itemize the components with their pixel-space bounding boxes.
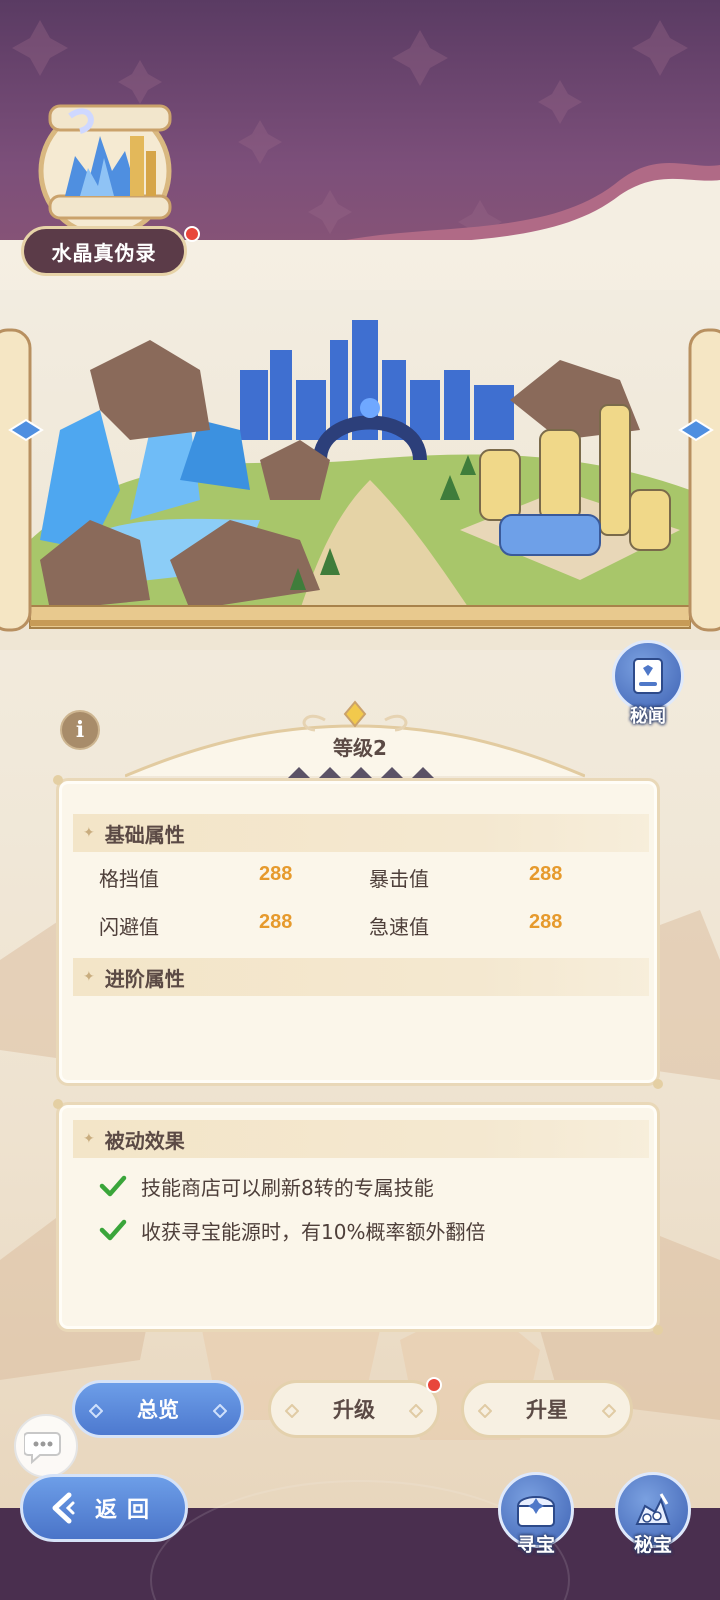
attribute-item: 暴击值 288 [369, 863, 639, 893]
passive-effects-title: 被动效果 [104, 1128, 185, 1153]
diamond-decoration-icon [213, 1404, 227, 1418]
world-map-scroll [0, 290, 720, 650]
treasure-hunt-label: 寻宝 [516, 1534, 555, 1556]
attribute-name: 急速值 [369, 915, 429, 939]
attribute-panel: ✦ 基础属性 格挡值 288 暴击值 288 闪避值 288 急速值 288 ✦… [53, 775, 663, 1089]
tab-star-up-label: 升星 [526, 1398, 568, 1422]
advanced-attributes-header: ✦ 进阶属性 [73, 958, 649, 996]
info-icon[interactable]: i [60, 710, 100, 750]
passive-effects-header: ✦ 被动效果 [73, 1120, 649, 1158]
basic-attributes-header: ✦ 基础属性 [73, 814, 649, 852]
treasure-pile-icon [635, 1493, 671, 1525]
back-arrow-icon [52, 1492, 75, 1524]
attribute-value: 288 [529, 911, 563, 933]
attribute-value: 288 [259, 863, 293, 885]
upgrade-notification-dot [426, 1377, 442, 1393]
crystal-album-icon [38, 104, 172, 236]
attribute-item: 格挡值 288 [99, 863, 369, 893]
attribute-item: 闪避值 288 [99, 911, 369, 941]
album-title[interactable]: 水晶真伪录 [21, 226, 187, 276]
diamond-decoration-icon [89, 1404, 103, 1418]
attribute-value: 288 [529, 863, 563, 885]
attribute-name: 格挡值 [99, 867, 159, 891]
diamond-bullet-icon: ✦ [83, 1131, 95, 1147]
album-notification-dot [184, 226, 200, 242]
tab-upgrade[interactable]: 升级 [268, 1380, 440, 1438]
check-icon [99, 1219, 127, 1241]
diamond-decoration-icon [602, 1404, 616, 1418]
chat-button[interactable] [14, 1414, 78, 1478]
attribute-row: 格挡值 288 暴击值 288 [99, 863, 639, 893]
tab-upgrade-label: 升级 [333, 1398, 375, 1422]
tab-star-up[interactable]: 升星 [461, 1380, 633, 1438]
tab-overview[interactable]: 总览 [72, 1380, 244, 1438]
basic-attributes-title: 基础属性 [104, 822, 185, 847]
advanced-attributes-title: 进阶属性 [104, 966, 185, 991]
attribute-name: 闪避值 [99, 915, 159, 939]
passive-effect-text: 技能商店可以刷新8转的专属技能 [141, 1175, 434, 1200]
passive-effect-item: 技能商店可以刷新8转的专属技能 [99, 1171, 639, 1201]
passive-effect-text: 收获寻宝能源时，有10%概率额外翻倍 [141, 1219, 486, 1244]
chat-bubble-icon [24, 1432, 61, 1465]
tab-overview-label: 总览 [137, 1398, 179, 1422]
attribute-value: 288 [259, 911, 293, 933]
lore-button[interactable]: 秘闻 [608, 640, 688, 730]
check-icon [99, 1175, 127, 1197]
attribute-row: 闪避值 288 急速值 288 [99, 911, 639, 941]
diamond-decoration-icon [409, 1404, 423, 1418]
treasure-chest-icon [516, 1496, 556, 1527]
attribute-item: 急速值 288 [369, 911, 639, 941]
lore-label: 秘闻 [630, 706, 666, 727]
diamond-decoration-icon [285, 1404, 299, 1418]
back-button[interactable]: 返回 [20, 1474, 188, 1542]
diamond-bullet-icon: ✦ [83, 825, 95, 841]
back-label: 返回 [95, 1498, 160, 1523]
attribute-name: 暴击值 [369, 867, 429, 891]
passive-effect-item: 收获寻宝能源时，有10%概率额外翻倍 [99, 1215, 639, 1245]
secret-treasure-label: 秘宝 [633, 1534, 672, 1556]
diamond-bullet-icon: ✦ [83, 969, 95, 985]
passive-effects-panel: ✦ 被动效果 技能商店可以刷新8转的专属技能 收获寻宝能源时，有10%概率额外翻… [53, 1099, 663, 1335]
treasure-hunt-button[interactable]: 寻宝 [494, 1472, 578, 1568]
diamond-decoration-icon [478, 1404, 492, 1418]
book-icon [633, 658, 663, 694]
secret-treasure-button[interactable]: 秘宝 [611, 1472, 695, 1568]
level-title: 等级2 [333, 736, 387, 760]
